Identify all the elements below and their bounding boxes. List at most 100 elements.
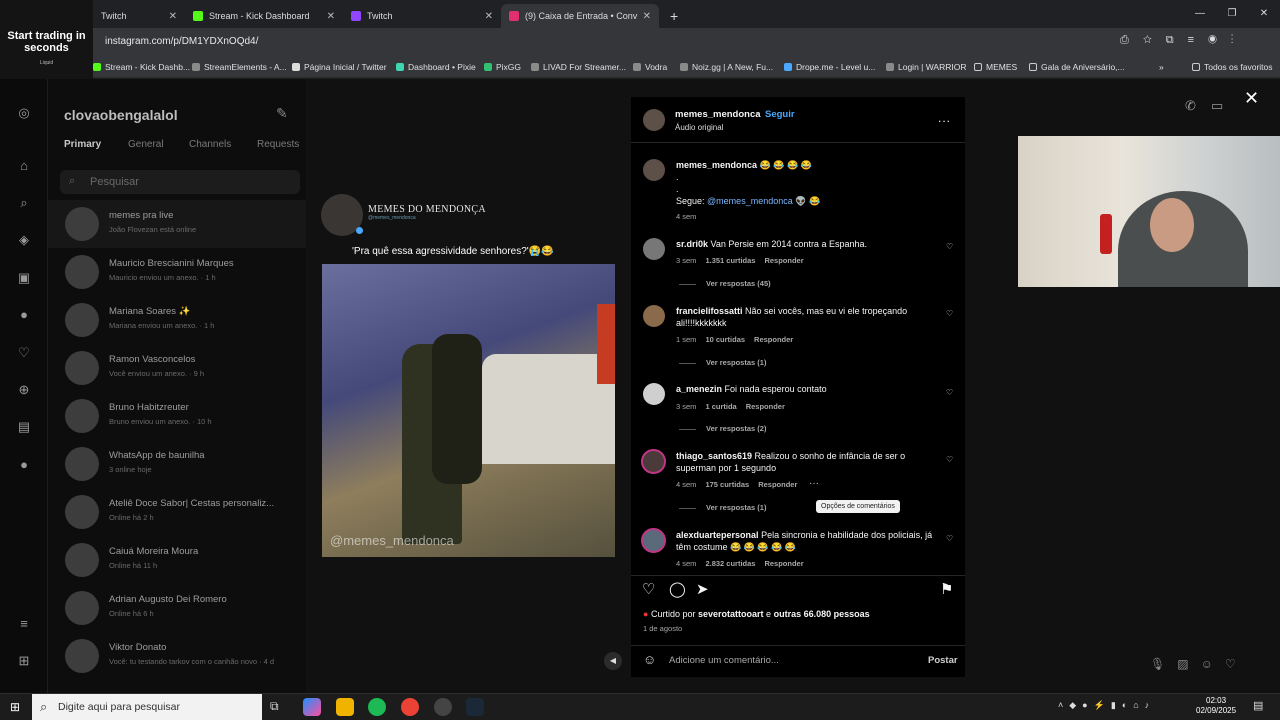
tab-twitch-1[interactable]: Twitch ✕ bbox=[93, 4, 185, 28]
url-field[interactable]: instagram.com/p/DM1YDXnOQd4/ bbox=[92, 33, 1092, 51]
video-call-icon[interactable]: ▭ bbox=[1211, 98, 1223, 114]
phone-icon[interactable]: ✆ bbox=[1185, 98, 1196, 114]
bookmark[interactable]: StreamElements - A... bbox=[192, 56, 287, 78]
reels-icon[interactable]: ▣ bbox=[16, 270, 32, 286]
comment-user[interactable]: a_menezin bbox=[676, 384, 722, 394]
search-icon[interactable]: ⌕ bbox=[16, 195, 32, 211]
tab-instagram[interactable]: (9) Caixa de Entrada • Conv ✕ bbox=[501, 4, 659, 28]
menu-icon[interactable]: ≡ bbox=[16, 616, 32, 632]
bookmark[interactable]: PixGG bbox=[484, 56, 521, 78]
close-icon[interactable]: ✕ bbox=[1244, 88, 1259, 109]
like-comment-icon[interactable]: ♡ bbox=[946, 309, 953, 318]
home-icon[interactable]: ⌂ bbox=[16, 158, 32, 174]
instagram-icon[interactable]: ◎ bbox=[16, 105, 32, 121]
bookmark[interactable]: Página Inicial / Twitter bbox=[292, 56, 387, 78]
tab-channels[interactable]: Channels bbox=[189, 139, 231, 150]
threads-icon[interactable]: ⊞ bbox=[16, 653, 32, 669]
like-comment-icon[interactable]: ♡ bbox=[946, 534, 953, 543]
clock[interactable]: 02:03 02/09/2025 bbox=[1196, 696, 1236, 716]
media-icon[interactable]: ≡ bbox=[1188, 34, 1208, 46]
taskbar-search[interactable]: Digite aqui para pesquisar bbox=[32, 694, 262, 720]
avatar[interactable] bbox=[643, 159, 665, 181]
avatar[interactable] bbox=[643, 109, 665, 131]
likes-summary[interactable]: ● Curtido por severotattooart e outras 6… bbox=[643, 609, 870, 619]
comment-likes[interactable]: 2.832 curtidas bbox=[705, 559, 755, 568]
post-comment-button[interactable]: Postar bbox=[928, 655, 958, 666]
install-icon[interactable]: ⎙ bbox=[1120, 34, 1143, 46]
comment-likes[interactable]: 1.351 curtidas bbox=[705, 256, 755, 265]
likes-others[interactable]: outras 66.080 pessoas bbox=[774, 609, 870, 619]
follow-button[interactable]: Seguir bbox=[765, 109, 795, 120]
list-item[interactable]: Mariana Soares ✨ Mariana enviou um anexo.… bbox=[48, 296, 306, 344]
dm-username[interactable]: clovaobengalalol bbox=[64, 107, 178, 123]
spotify-icon[interactable] bbox=[368, 698, 386, 716]
list-item[interactable]: Bruno Habitzreuter Bruno enviou um anexo.… bbox=[48, 392, 306, 440]
emoji-icon[interactable]: ☺ bbox=[643, 652, 656, 667]
minimize-button[interactable]: — bbox=[1184, 0, 1216, 28]
avatar[interactable] bbox=[641, 449, 666, 474]
comment-icon[interactable]: ◯ bbox=[669, 580, 686, 598]
comment-user[interactable]: francielifossatti bbox=[676, 306, 743, 316]
create-icon[interactable]: ⊕ bbox=[16, 382, 32, 398]
steam-icon[interactable] bbox=[466, 698, 484, 716]
extensions-icon[interactable]: ⧉ bbox=[1166, 34, 1188, 46]
compose-icon[interactable]: ✎ bbox=[276, 105, 288, 122]
liker-name[interactable]: severotattooart bbox=[698, 609, 764, 619]
sticker-icon[interactable]: ☺ bbox=[1201, 657, 1225, 671]
bookmark[interactable]: Login | WARRIOR bbox=[886, 56, 967, 78]
profile-icon[interactable]: ● bbox=[16, 457, 32, 473]
menu-icon[interactable]: ⋮ bbox=[1231, 34, 1248, 46]
list-item[interactable]: Ateliê Doce Sabor| Cestas personaliz... O… bbox=[48, 488, 306, 536]
comment-user[interactable]: sr.dri0k bbox=[676, 239, 708, 249]
star-icon[interactable]: ☆ bbox=[1143, 34, 1166, 46]
list-item[interactable]: Viktor Donato Você: tu testando tarkov co… bbox=[48, 632, 306, 680]
obs-icon[interactable] bbox=[434, 698, 452, 716]
bookmark-icon[interactable]: ⚑ bbox=[940, 580, 953, 598]
comment-user[interactable]: memes_mendonca bbox=[676, 160, 757, 170]
list-item[interactable]: Ramon Vasconcelos Você enviou um anexo. ·… bbox=[48, 344, 306, 392]
comment-user[interactable]: thiago_santos619 bbox=[676, 451, 752, 461]
audio-label[interactable]: Áudio original bbox=[675, 123, 723, 132]
like-comment-icon[interactable]: ♡ bbox=[946, 455, 953, 464]
reply-button[interactable]: Responder bbox=[746, 402, 785, 411]
task-view-icon[interactable]: ⧉ bbox=[270, 699, 279, 714]
avatar[interactable] bbox=[641, 528, 666, 553]
reply-button[interactable]: Responder bbox=[764, 559, 803, 568]
profile-icon[interactable]: ◉ bbox=[1208, 34, 1231, 46]
close-icon[interactable]: ✕ bbox=[169, 11, 177, 22]
bookmark-folder[interactable]: Gala de Aniversário,... bbox=[1029, 56, 1125, 78]
explore-icon[interactable]: ◈ bbox=[16, 232, 32, 248]
list-item[interactable]: WhatsApp de baunilha 3 online hoje bbox=[48, 440, 306, 488]
list-item[interactable]: Caiuá Moreira Moura Online há 11 h bbox=[48, 536, 306, 584]
chrome-icon[interactable] bbox=[401, 698, 419, 716]
reply-button[interactable]: Responder bbox=[764, 256, 803, 265]
comment-likes[interactable]: 1 curtida bbox=[705, 402, 736, 411]
comment-input[interactable]: Adicione um comentário... bbox=[669, 655, 779, 666]
view-replies-button[interactable]: Ver respostas (2) bbox=[679, 424, 766, 433]
heart-icon[interactable]: ♡ bbox=[16, 345, 32, 361]
comment-likes[interactable]: 10 curtidas bbox=[705, 335, 745, 344]
bookmark[interactable]: Stream - Kick Dashb... bbox=[93, 56, 190, 78]
heart-icon[interactable]: ♡ bbox=[1225, 657, 1248, 671]
list-item[interactable]: memes pra live João Flovezan está online bbox=[48, 200, 306, 248]
avatar[interactable] bbox=[643, 238, 665, 260]
restore-button[interactable]: ❐ bbox=[1216, 0, 1248, 28]
reply-button[interactable]: Responder bbox=[754, 335, 793, 344]
bookmark[interactable]: Vodra bbox=[633, 56, 667, 78]
tab-twitch-2[interactable]: Twitch ✕ bbox=[343, 4, 501, 28]
mention-link[interactable]: @memes_mendonca bbox=[707, 196, 793, 206]
all-bookmarks-folder[interactable]: Todos os favoritos bbox=[1192, 56, 1273, 78]
more-options-icon[interactable]: ... bbox=[938, 111, 951, 125]
bookmark-folder[interactable]: MEMES bbox=[974, 56, 1017, 78]
windows-start-icon[interactable]: ⊞ bbox=[10, 700, 20, 714]
new-tab-button[interactable]: + bbox=[662, 4, 686, 28]
close-icon[interactable]: ✕ bbox=[643, 11, 651, 22]
reply-button[interactable]: Responder bbox=[758, 480, 797, 489]
file-explorer-icon[interactable] bbox=[336, 698, 354, 716]
list-item[interactable]: Adrian Augusto Dei Romero Online há 6 h bbox=[48, 584, 306, 632]
notifications-icon[interactable]: ▤ bbox=[1253, 699, 1263, 712]
bookmark[interactable]: Drope.me - Level u... bbox=[784, 56, 875, 78]
like-comment-icon[interactable]: ♡ bbox=[946, 242, 953, 251]
more-bookmarks-button[interactable]: » bbox=[1159, 56, 1164, 78]
tab-general[interactable]: General bbox=[128, 139, 164, 150]
